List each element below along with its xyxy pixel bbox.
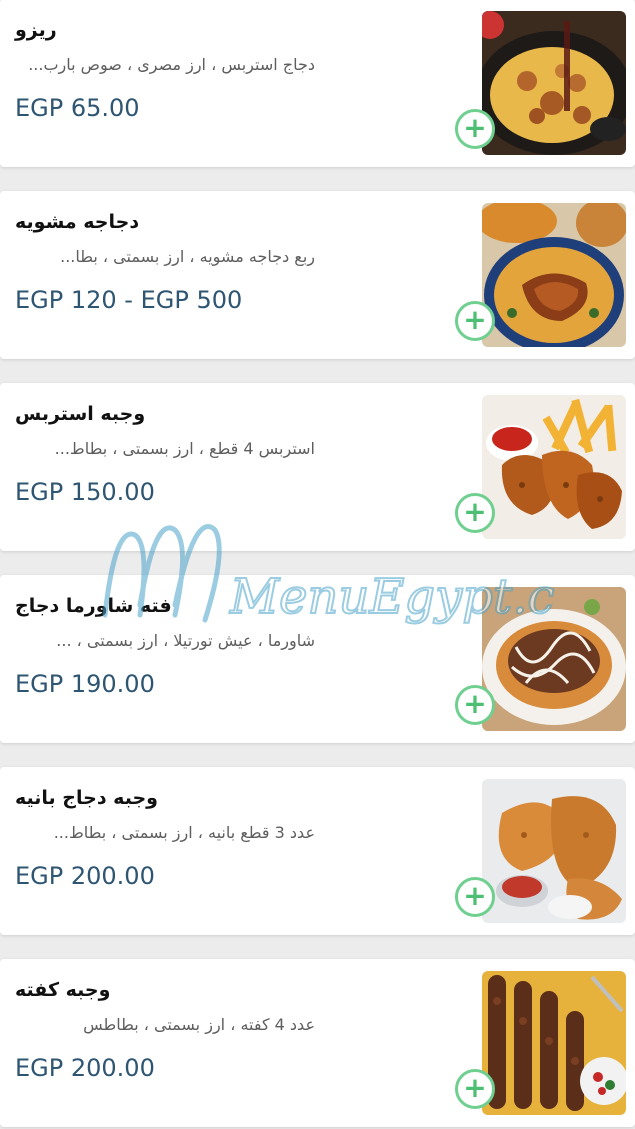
breaded-chicken-plate-icon[interactable] <box>482 779 626 923</box>
item-description: ربع دجاجه مشويه ، ارز بسمتى ، بطا... <box>60 247 315 266</box>
item-name: دجاجه مشويه <box>15 211 140 233</box>
item-name: وجبه استربس <box>15 403 146 425</box>
menu-item-card[interactable]: دجاجه مشويه ربع دجاجه مشويه ، ارز بسمتى … <box>0 191 635 359</box>
plus-icon: + <box>463 1071 487 1104</box>
grilled-chicken-plate-icon[interactable] <box>482 203 626 347</box>
menu-item-card[interactable]: وجبه دجاج بانيه عدد 3 قطع بانيه ، ارز بس… <box>0 767 635 935</box>
item-price: EGP 120 - EGP 500 <box>15 286 243 314</box>
item-price: EGP 190.00 <box>15 670 155 698</box>
plus-icon: + <box>463 111 487 144</box>
plus-icon: + <box>463 687 487 720</box>
menu-item-card[interactable]: وجبه استربس استربس 4 قطع ، ارز بسمتى ، ب… <box>0 383 635 551</box>
item-name: وجبه كفته <box>15 979 111 1001</box>
item-price: EGP 200.00 <box>15 862 155 890</box>
item-description: دجاج استربس ، ارز مصرى ، صوص بارب... <box>28 55 315 74</box>
item-description: شاورما ، عيش تورتيلا ، ارز بسمتى ، ... <box>56 631 315 650</box>
plus-icon: + <box>463 495 487 528</box>
add-to-cart-button[interactable]: + <box>455 877 495 917</box>
chicken-strips-fries-icon[interactable] <box>482 395 626 539</box>
item-description: عدد 4 كفته ، ارز بسمتى ، بطاطس <box>83 1015 315 1034</box>
item-price: EGP 150.00 <box>15 478 155 506</box>
menu-item-card[interactable]: ريزو دجاج استربس ، ارز مصرى ، صوص بارب..… <box>0 0 635 167</box>
kofta-skewers-plate-icon[interactable] <box>482 971 626 1115</box>
item-name: فته شاورما دجاج <box>15 595 172 617</box>
item-name: وجبه دجاج بانيه <box>15 787 158 809</box>
add-to-cart-button[interactable]: + <box>455 301 495 341</box>
item-price: EGP 200.00 <box>15 1054 155 1082</box>
item-price: EGP 65.00 <box>15 94 140 122</box>
plus-icon: + <box>463 303 487 336</box>
item-description: عدد 3 قطع بانيه ، ارز بسمتى ، بطاط... <box>53 823 315 842</box>
add-to-cart-button[interactable]: + <box>455 685 495 725</box>
add-to-cart-button[interactable]: + <box>455 1069 495 1109</box>
add-to-cart-button[interactable]: + <box>455 493 495 533</box>
plus-icon: + <box>463 879 487 912</box>
menu-item-card[interactable]: وجبه كفته عدد 4 كفته ، ارز بسمتى ، بطاطس… <box>0 959 635 1127</box>
add-to-cart-button[interactable]: + <box>455 109 495 149</box>
item-name: ريزو <box>15 19 57 41</box>
shawarma-fatta-plate-icon[interactable] <box>482 587 626 731</box>
menu-item-card[interactable]: فته شاورما دجاج شاورما ، عيش تورتيلا ، ا… <box>0 575 635 743</box>
rice-chicken-plate-icon[interactable] <box>482 11 626 155</box>
item-description: استربس 4 قطع ، ارز بسمتى ، بطاط... <box>54 439 315 458</box>
